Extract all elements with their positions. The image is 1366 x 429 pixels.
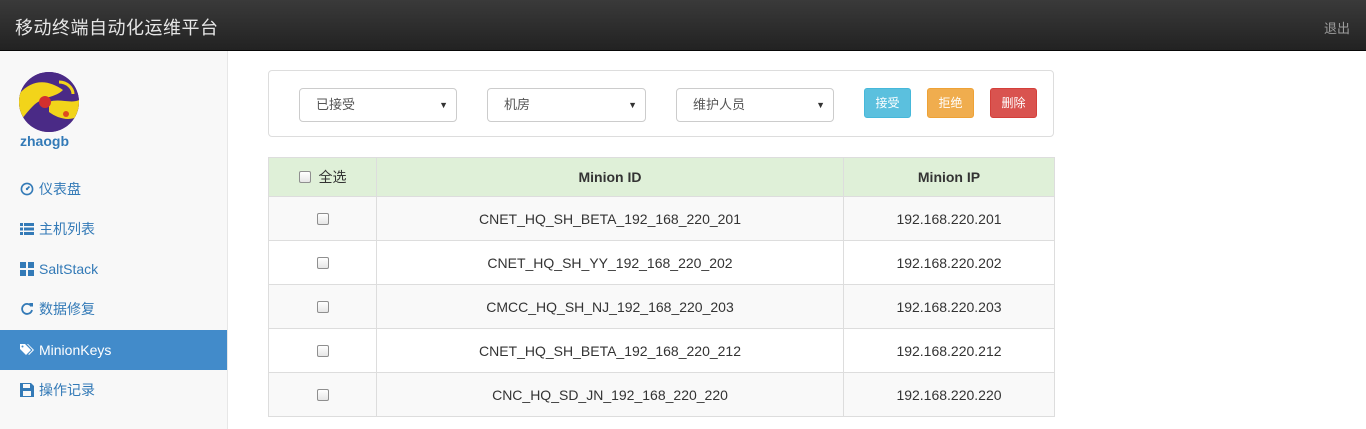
- select-all-checkbox[interactable]: [298, 171, 311, 183]
- sidebar-item-saltstack[interactable]: SaltStack: [0, 249, 227, 289]
- room-select-value: 机房: [504, 97, 531, 112]
- accept-button[interactable]: 接受: [864, 88, 911, 118]
- maintainer-select-value: 维护人员: [693, 97, 746, 112]
- row-select-cell: [268, 196, 377, 241]
- minion-id-cell: CMCC_HQ_SH_NJ_192_168_220_203: [376, 284, 844, 329]
- filter-panel: 已接受 ▼ 机房 ▼ 维护人员 ▼ 接受 拒绝 删除: [268, 70, 1054, 137]
- select-all-header: 全选: [268, 157, 377, 197]
- app-title[interactable]: 移动终端自动化运维平台: [15, 14, 219, 40]
- sidebar-item-label: 主机列表: [39, 221, 95, 237]
- row-checkbox[interactable]: [316, 300, 329, 313]
- save-icon: [20, 372, 36, 397]
- sidebar-item-label: MinionKeys: [39, 342, 112, 358]
- refresh-icon: [20, 291, 36, 315]
- minion-id-cell: CNET_HQ_SH_BETA_192_168_220_201: [376, 196, 844, 241]
- table-row: CNET_HQ_SH_BETA_192_168_220_201 192.168.…: [268, 196, 1055, 241]
- grid-icon: [20, 251, 36, 276]
- row-select-cell: [268, 372, 377, 417]
- sidebar-item-label: SaltStack: [39, 261, 99, 277]
- minion-ip-cell: 192.168.220.203: [843, 284, 1055, 329]
- top-navbar: 移动终端自动化运维平台 退出: [0, 0, 1366, 51]
- row-checkbox[interactable]: [316, 344, 329, 357]
- delete-button[interactable]: 删除: [990, 88, 1037, 118]
- row-select-cell: [268, 328, 377, 373]
- sidebar-item-operation-log[interactable]: 操作记录: [0, 370, 227, 410]
- minion-ip-cell: 192.168.220.212: [843, 328, 1055, 373]
- sidebar-item-label: 仪表盘: [39, 181, 81, 197]
- minion-ip-cell: 192.168.220.201: [843, 196, 1055, 241]
- row-checkbox[interactable]: [316, 256, 329, 269]
- sidebar: zhaogb 仪表盘 主机列表 SaltStack 数据修复 MinionKey…: [0, 51, 228, 429]
- reject-button[interactable]: 拒绝: [927, 88, 974, 118]
- dashboard-icon: [20, 171, 36, 196]
- row-checkbox[interactable]: [316, 388, 329, 401]
- column-header-minion-id: Minion ID: [376, 157, 844, 197]
- tags-icon: [20, 332, 36, 355]
- status-select-value: 已接受: [316, 97, 356, 112]
- table-row: CMCC_HQ_SH_NJ_192_168_220_203 192.168.22…: [268, 284, 1055, 329]
- row-checkbox[interactable]: [316, 212, 329, 225]
- sidebar-item-minionkeys[interactable]: MinionKeys: [0, 330, 227, 370]
- column-header-minion-ip: Minion IP: [843, 157, 1055, 197]
- table-row: CNET_HQ_SH_BETA_192_168_220_212 192.168.…: [268, 328, 1055, 373]
- sidebar-item-label: 操作记录: [39, 382, 95, 398]
- avatar[interactable]: [19, 72, 79, 132]
- sidebar-item-dashboard[interactable]: 仪表盘: [0, 169, 227, 209]
- minion-id-cell: CNET_HQ_SH_YY_192_168_220_202: [376, 240, 844, 285]
- sidebar-item-host-list[interactable]: 主机列表: [0, 209, 227, 249]
- table-row: CNET_HQ_SH_YY_192_168_220_202 192.168.22…: [268, 240, 1055, 285]
- chevron-down-icon: ▼: [439, 100, 448, 110]
- minion-id-cell: CNC_HQ_SD_JN_192_168_220_220: [376, 372, 844, 417]
- list-icon: [20, 211, 36, 235]
- username[interactable]: zhaogb: [20, 133, 69, 149]
- table-row: CNC_HQ_SD_JN_192_168_220_220 192.168.220…: [268, 372, 1055, 417]
- row-select-cell: [268, 240, 377, 285]
- table-header-row: 全选 Minion ID Minion IP: [268, 157, 1055, 197]
- sidebar-item-data-repair[interactable]: 数据修复: [0, 289, 227, 329]
- row-select-cell: [268, 284, 377, 329]
- chevron-down-icon: ▼: [628, 100, 637, 110]
- chevron-down-icon: ▼: [816, 100, 825, 110]
- minion-ip-cell: 192.168.220.220: [843, 372, 1055, 417]
- sidebar-item-label: 数据修复: [39, 301, 95, 317]
- minion-keys-table: 全选 Minion ID Minion IP CNET_HQ_SH_BETA_1…: [268, 157, 1055, 417]
- status-select[interactable]: 已接受 ▼: [299, 88, 457, 122]
- room-select[interactable]: 机房 ▼: [487, 88, 646, 122]
- minion-ip-cell: 192.168.220.202: [843, 240, 1055, 285]
- maintainer-select[interactable]: 维护人员 ▼: [676, 88, 834, 122]
- minion-id-cell: CNET_HQ_SH_BETA_192_168_220_212: [376, 328, 844, 373]
- select-all-label: 全选: [318, 169, 347, 185]
- logout-link[interactable]: 退出: [1324, 18, 1350, 37]
